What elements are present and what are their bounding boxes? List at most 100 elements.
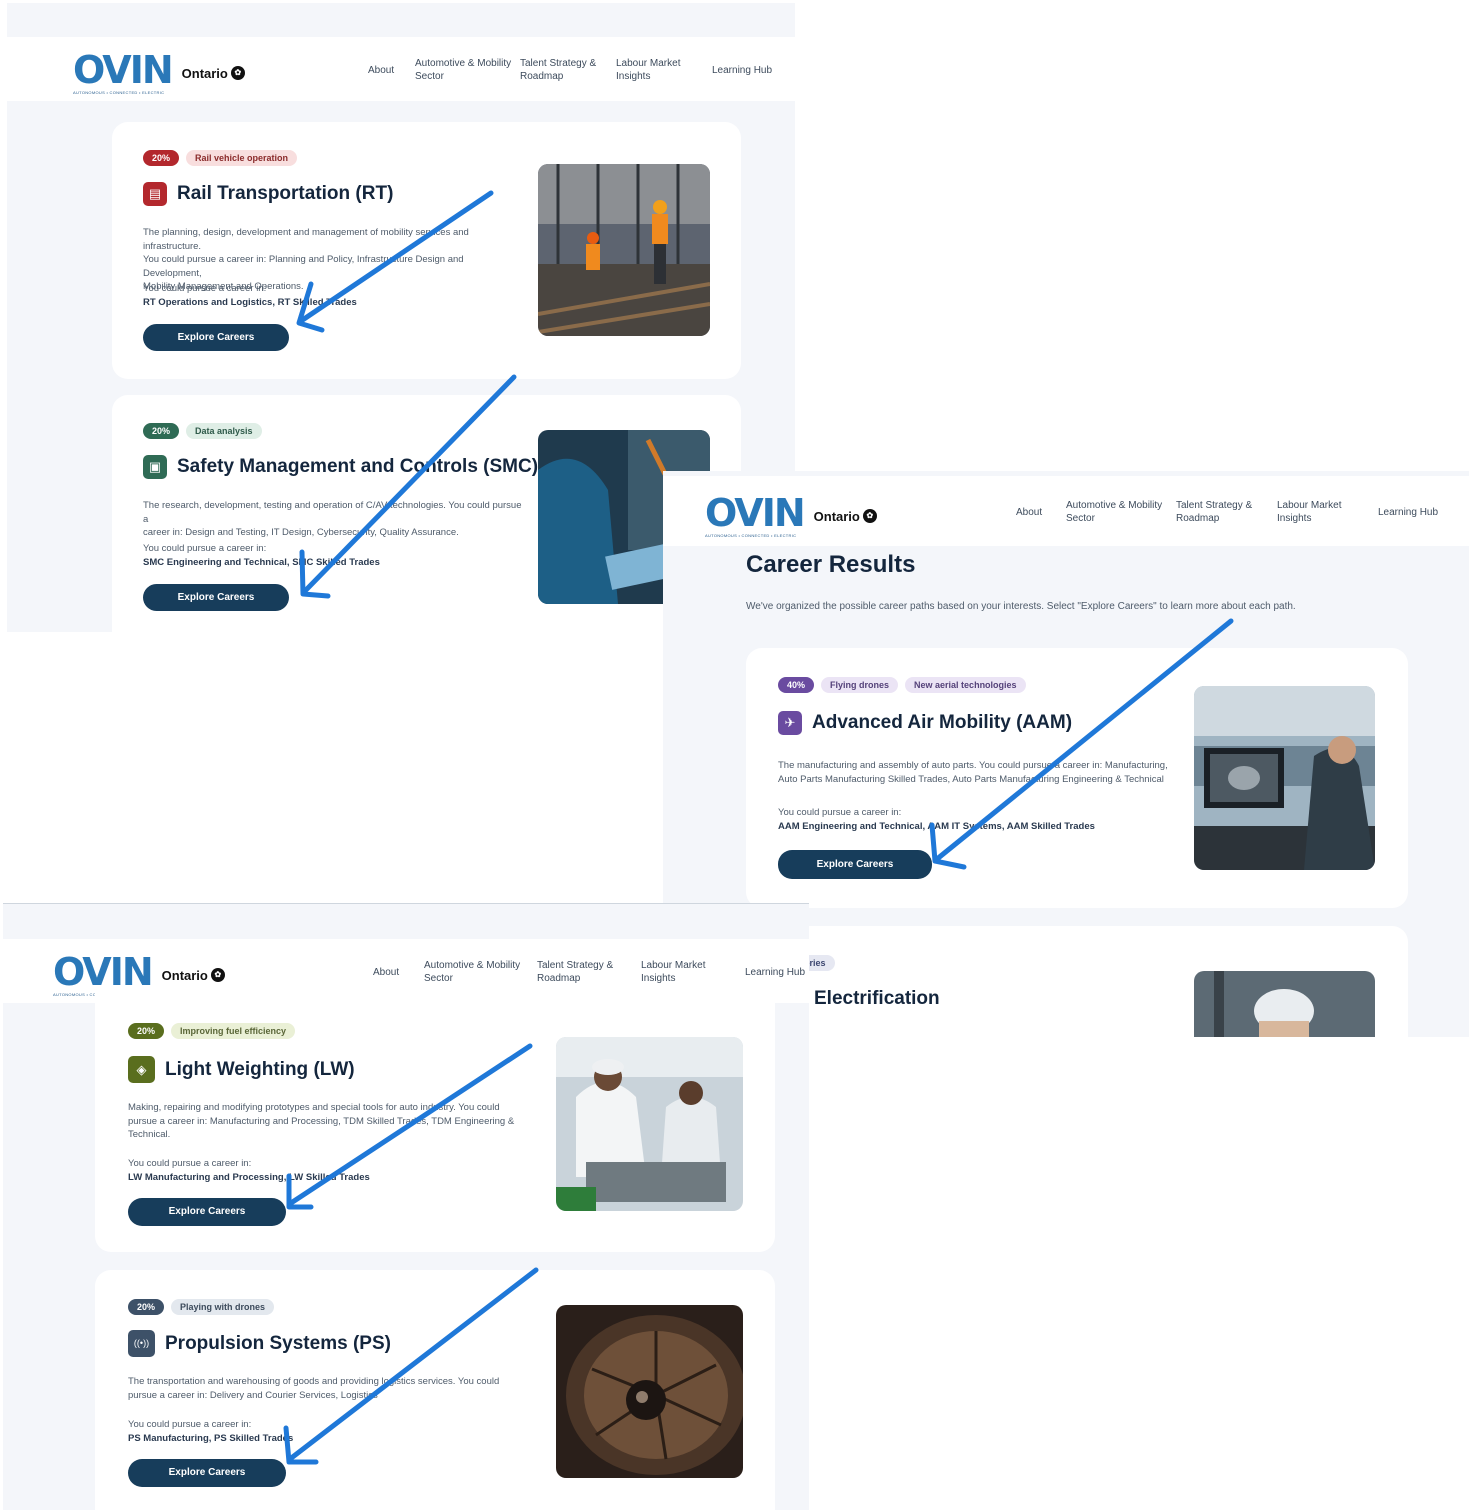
ontario-logo: Ontario ✿ xyxy=(814,509,877,524)
nav-labour[interactable]: Labour Market Insights xyxy=(1277,499,1341,525)
nav-learning-hub[interactable]: Learning Hub xyxy=(1378,506,1438,519)
career-list: PS Manufacturing, PS Skilled Trades xyxy=(128,1432,294,1444)
pursue-label: You could pursue a career in: xyxy=(128,1419,252,1430)
nav-talent[interactable]: Talent Strategy & Roadmap xyxy=(520,57,596,83)
ovin-logo[interactable]: OVIN AUTONOMOUS • CONNECTED • ELECTRIC O… xyxy=(53,953,225,997)
explore-careers-button[interactable]: Explore Careers xyxy=(128,1198,286,1226)
engineer-computer-photo xyxy=(1194,686,1375,870)
explore-careers-button[interactable]: Explore Careers xyxy=(128,1459,286,1487)
site-header: OVIN AUTONOMOUS • CONNECTED • ELECTRIC O… xyxy=(663,476,1469,546)
career-card-aam: 40% Flying drones New aerial technologie… xyxy=(746,648,1408,908)
card-title: Rail Transportation (RT) xyxy=(177,183,394,204)
nav-labour[interactable]: Labour Market Insights xyxy=(641,959,705,985)
career-list: AAM Engineering and Technical, AAM IT Sy… xyxy=(778,820,1095,832)
ontario-logo: Ontario ✿ xyxy=(162,968,225,983)
site-header: OVIN AUTONOMOUS • CONNECTED • ELECTRIC O… xyxy=(7,37,795,101)
match-percent-badge: 20% xyxy=(143,150,180,166)
nav-learning-hub[interactable]: Learning Hub xyxy=(712,64,772,77)
card-title-row: ◈ Light Weighting (LW) xyxy=(128,1056,355,1083)
match-percent-badge: 20% xyxy=(128,1023,165,1039)
logo-text: OVIN xyxy=(53,950,154,994)
career-card-lw: 20% Improving fuel efficiency ◈ Light We… xyxy=(95,993,775,1252)
logo-text: OVIN xyxy=(705,491,806,535)
interest-tag: Improving fuel efficiency xyxy=(171,1023,296,1039)
nav-about[interactable]: About xyxy=(373,966,399,979)
ovin-logo[interactable]: OVIN AUTONOMOUS • CONNECTED • ELECTRIC O… xyxy=(705,494,877,538)
plane-icon: ✈ xyxy=(778,711,802,735)
nav-talent[interactable]: Talent Strategy & Roadmap xyxy=(1176,499,1252,525)
top-strip xyxy=(3,903,809,940)
explore-careers-button[interactable]: Explore Careers xyxy=(143,324,289,351)
nav-about[interactable]: About xyxy=(1016,506,1042,519)
screenshot-panel-lightweighting: OVIN AUTONOMOUS • CONNECTED • ELECTRIC O… xyxy=(3,903,809,1510)
train-icon: ▤ xyxy=(143,182,167,206)
desc-line: The planning, design, development and ma… xyxy=(143,227,469,252)
ovin-logo[interactable]: OVIN AUTONOMOUS • CONNECTED • ELECTRIC O… xyxy=(73,51,245,95)
explore-careers-button[interactable]: Explore Careers xyxy=(778,850,932,879)
career-list: LW Manufacturing and Processing, LW Skil… xyxy=(128,1171,370,1183)
pursue-label: You could pursue a career in: xyxy=(143,283,267,294)
trillium-icon: ✿ xyxy=(230,66,245,80)
career-card-smc: 20% Data analysis ▣ Safety Management an… xyxy=(112,395,741,632)
nav-automotive-line2: Sector xyxy=(415,71,444,82)
card-badges: 20% Playing with drones xyxy=(128,1299,275,1315)
nav-automotive[interactable]: Automotive & Mobility Sector xyxy=(424,959,520,985)
page-intro: We've organized the possible career path… xyxy=(746,601,1296,612)
logo-tagline: AUTONOMOUS • CONNECTED • ELECTRIC xyxy=(705,533,797,538)
career-paths: You could pursue a career in: PS Manufac… xyxy=(128,1418,528,1445)
nav-labour-line1: Labour Market xyxy=(616,58,681,69)
ontario-text: Ontario xyxy=(813,508,860,524)
interest-tag: Rail vehicle operation xyxy=(186,150,298,166)
match-percent-badge: 20% xyxy=(143,423,180,439)
desc-line: Making, repairing and modifying prototyp… xyxy=(128,1102,500,1113)
pursue-label: You could pursue a career in: xyxy=(143,543,267,554)
card-description: The manufacturing and assembly of auto p… xyxy=(778,759,1178,786)
card-title: Safety Management and Controls (SMC) xyxy=(177,456,539,477)
nav-automotive[interactable]: Automotive & Mobility Sector xyxy=(1066,499,1162,525)
nav-talent[interactable]: Talent Strategy & Roadmap xyxy=(537,959,613,985)
nav-automotive[interactable]: Automotive & Mobility Sector xyxy=(415,57,511,83)
career-paths: You could pursue a career in: LW Manufac… xyxy=(128,1157,528,1184)
career-paths: You could pursue a career in: AAM Engine… xyxy=(778,806,1178,833)
card-title: Light Weighting (LW) xyxy=(165,1058,355,1080)
nav-automotive-line2: Sector xyxy=(1066,513,1095,524)
logo-text: OVIN xyxy=(73,48,174,92)
ontario-text: Ontario xyxy=(181,65,228,81)
career-paths: You could pursue a career in: RT Operati… xyxy=(143,282,523,309)
shield-icon: ▣ xyxy=(143,455,167,479)
trillium-icon: ✿ xyxy=(862,509,877,523)
logo-tagline: AUTONOMOUS • CONNECTED • ELECTRIC xyxy=(73,90,165,95)
career-list: SMC Engineering and Technical, SMC Skill… xyxy=(143,556,380,568)
nav-automotive-line1: Automotive & Mobility xyxy=(424,960,521,971)
nav-talent-line2: Roadmap xyxy=(1176,513,1220,524)
card-title-row: ✈ Advanced Air Mobility (AAM) xyxy=(778,711,1072,735)
rail-workers-photo xyxy=(538,164,710,336)
desc-line: Auto Parts Manufacturing Skilled Trades,… xyxy=(778,773,1164,785)
card-title-row: ((•)) Propulsion Systems (PS) xyxy=(128,1330,391,1357)
nav-labour-line2: Insights xyxy=(616,71,651,82)
layers-icon: ◈ xyxy=(128,1056,155,1083)
page-title: Career Results xyxy=(746,551,916,578)
card-description: Making, repairing and modifying prototyp… xyxy=(128,1101,528,1142)
card-badges: 20% Data analysis xyxy=(143,423,262,439)
pursue-label: You could pursue a career in: xyxy=(778,807,902,818)
nav-automotive-line1: Automotive & Mobility xyxy=(415,58,512,69)
card-badges: 40% Flying drones New aerial technologie… xyxy=(778,677,1026,693)
nav-labour-line1: Labour Market xyxy=(1277,500,1342,511)
card-badges: 20% Improving fuel efficiency xyxy=(128,1023,296,1039)
interest-tag: Data analysis xyxy=(186,423,262,439)
nav-about[interactable]: About xyxy=(368,64,394,77)
nav-talent-line1: Talent Strategy & xyxy=(520,58,597,69)
card-title-row: ▤ Rail Transportation (RT) xyxy=(143,182,393,206)
card-title: Advanced Air Mobility (AAM) xyxy=(812,712,1073,733)
card-badges: 20% Rail vehicle operation xyxy=(143,150,298,166)
nav-learning-hub[interactable]: Learning Hub xyxy=(745,966,805,979)
desc-line: career in: Design and Testing, IT Design… xyxy=(143,527,459,538)
ontario-text: Ontario xyxy=(161,967,208,983)
explore-careers-button[interactable]: Explore Careers xyxy=(143,584,289,611)
nav-labour[interactable]: Labour Market Insights xyxy=(616,57,680,83)
interest-tag: Flying drones xyxy=(821,677,899,693)
nav-talent-line2: Roadmap xyxy=(520,71,564,82)
career-card-rt: 20% Rail vehicle operation ▤ Rail Transp… xyxy=(112,122,741,379)
card-title-row: Electrification xyxy=(814,988,940,1010)
